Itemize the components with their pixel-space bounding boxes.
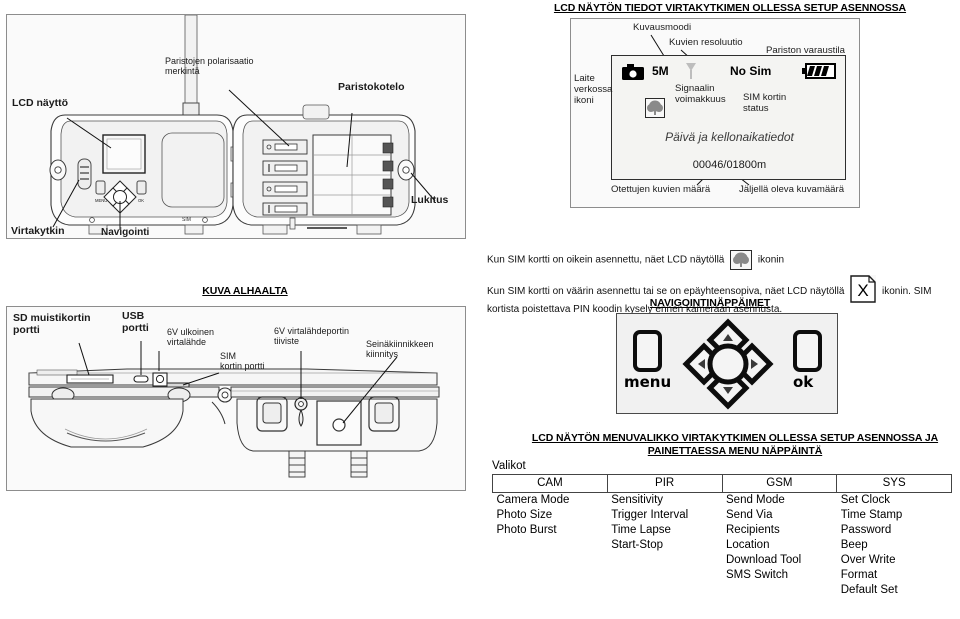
menu-table-row: Camera Mode Sensitivity Send Mode Set Clock [493, 493, 952, 509]
menu-item-camera-mode[interactable]: Camera Mode [493, 493, 608, 509]
label-usb-portti: USB portti [122, 310, 149, 334]
camera-body-diagram: MENU OK SIM LCD näyttö Virtakytkin Navig… [6, 14, 466, 239]
x-error-icon: X [850, 275, 877, 303]
menu-header-gsm[interactable]: GSM [721, 474, 838, 493]
menu-item-empty [722, 583, 837, 598]
svg-text:OK: OK [138, 198, 144, 203]
menu-item-beep[interactable]: Beep [837, 538, 952, 553]
svg-text:X: X [858, 281, 869, 300]
sim-note-incorrect-text2: ikonin. SIM [882, 286, 932, 297]
menu-table-body: Camera Mode Sensitivity Send Mode Set Clock… [493, 493, 952, 599]
menu-item-over-write[interactable]: Over Write [837, 553, 952, 568]
menu-table-row: SMS Switch Format [493, 568, 952, 583]
nav-keypad-panel: menu ok [616, 313, 838, 414]
menu-item-empty [607, 583, 722, 598]
lcd-sim-status-value: No Sim [730, 64, 772, 78]
menu-table-row: Start-Stop Location Beep [493, 538, 952, 553]
menu-item-send-mode[interactable]: Send Mode [722, 493, 837, 509]
menu-item-set-clock[interactable]: Set Clock [837, 493, 952, 509]
heading-lcd-info: LCD NÄYTÖN TIEDOT VIRTAKYTKIMEN OLLESSA … [553, 2, 907, 14]
menu-item-empty [607, 553, 722, 568]
heading-navigointinappaimet: NAVIGOINTINÄPPÄIMET [649, 297, 771, 309]
svg-text:MENU: MENU [95, 198, 107, 203]
label-lukitus: Lukitus [411, 194, 449, 206]
label-lcd-naytto: LCD näyttö [12, 97, 68, 109]
page-root: LCD NÄYTÖN TIEDOT VIRTAKYTKIMEN OLLESSA … [0, 0, 960, 619]
menu-table-row: Default Set [493, 583, 952, 598]
x-document-glyph: X [850, 275, 876, 303]
menu-item-empty [493, 538, 608, 553]
label-paristokotelo: Paristokotelo [338, 81, 405, 93]
menu-item-recipients[interactable]: Recipients [722, 523, 837, 538]
label-sim-kortin-portti: SIM kortin portti [220, 351, 265, 372]
menu-item-empty [607, 568, 722, 583]
lcd-datetime-text: Päivä ja kellonaikatiedot [665, 130, 794, 144]
sim-note-incorrect-text1: Kun SIM kortti on väärin asennettu tai s… [487, 286, 845, 297]
lcd-screen-diagram: Kuvausmoodi Kuvien resoluutio Pariston v… [570, 18, 860, 208]
menu-header-cam[interactable]: CAM [492, 474, 608, 493]
menu-item-sensitivity[interactable]: Sensitivity [607, 493, 722, 509]
menu-item-time-lapse[interactable]: Time Lapse [607, 523, 722, 538]
battery-status-icon [802, 63, 836, 79]
menu-item-format[interactable]: Format [837, 568, 952, 583]
menu-item-trigger-interval[interactable]: Trigger Interval [607, 508, 722, 523]
label-navigointi-nappaimet: Navigointi näppäimet [101, 227, 150, 238]
menu-item-empty [493, 553, 608, 568]
menu-item-start-stop[interactable]: Start-Stop [607, 538, 722, 553]
callout-laite-verkossa-ikoni: Laite verkossa ikoni [574, 73, 613, 107]
menu-header-sys[interactable]: SYS [836, 474, 952, 493]
menu-item-download-tool[interactable]: Download Tool [722, 553, 837, 568]
label-virtalahdeportin-tiiviste: 6V virtalähdeportin tiiviste [274, 326, 350, 347]
bottom-view-diagram: SD muistikortin portti USB portti 6V ulk… [6, 306, 466, 491]
menu-table: CAM PIR GSM SYS Camera Mode Sensitivity Se… [492, 474, 952, 598]
menu-header-pir[interactable]: PIR [606, 474, 723, 493]
menu-table-row: Download Tool Over Write [493, 553, 952, 568]
menu-item-photo-burst[interactable]: Photo Burst [493, 523, 608, 538]
nav-ok-label: ok [793, 373, 814, 391]
svg-text:SIM: SIM [182, 217, 191, 223]
heading-menu-line2: PAINETTAESSA MENU NÄPPÄINTÄ [647, 445, 823, 457]
sim-note-incorrect: Kun SIM kortti on väärin asennettu tai s… [487, 275, 947, 317]
menu-item-photo-size[interactable]: Photo Size [493, 508, 608, 523]
nav-keypad-illustration [633, 318, 822, 410]
tree-glyph [647, 100, 663, 115]
signal-strength-icon [686, 63, 696, 79]
menu-item-location[interactable]: Location [722, 538, 837, 553]
callout-signaalin-voimakkuus: Signaalin voimakkuus [675, 83, 726, 106]
label-virtakytkin: Virtakytkin [11, 225, 65, 237]
sim-note-correct: Kun SIM kortti on oikein asennettu, näet… [487, 250, 887, 270]
menu-item-empty [493, 583, 608, 598]
menu-item-time-stamp[interactable]: Time Stamp [837, 508, 952, 523]
callout-sim-kortin-status: SIM kortin status [743, 92, 787, 115]
menu-item-sms-switch[interactable]: SMS Switch [722, 568, 837, 583]
label-seinakiinnikkeen-kiinnitys: Seinäkiinnikkeen kiinnitys [366, 339, 434, 360]
lcd-counter-value: 00046/01800m [692, 159, 767, 171]
menu-item-empty [493, 568, 608, 583]
device-online-icon [645, 98, 665, 118]
menu-item-send-via[interactable]: Send Via [722, 508, 837, 523]
tree-glyph-inline [733, 252, 750, 267]
menu-item-password[interactable]: Password [837, 523, 952, 538]
lcd-resolution-value: 5M [652, 64, 669, 78]
label-sd-portti: SD muistikortin portti [13, 312, 91, 336]
callout-jaljella-oleva-kuvamaara: Jäljellä oleva kuvamäärä [739, 184, 845, 195]
menu-table-row: Photo Size Trigger Interval Send Via Time S… [493, 508, 952, 523]
callout-otettujen-kuvien-maara: Otettujen kuvien määrä [611, 184, 711, 195]
label-paristojen-polarisaatio: Paristojen polarisaatio merkintä [165, 56, 254, 77]
heading-kuva-alhaalta: KUVA ALHAALTA [202, 285, 288, 297]
tree-icon-inline [730, 250, 753, 270]
nav-menu-label: menu [624, 373, 672, 391]
valikot-label: Valikot [492, 460, 526, 472]
menu-table-header-row: CAM PIR GSM SYS [492, 474, 952, 493]
heading-menu-line1: LCD NÄYTÖN MENUVALIKKO VIRTAKYTKIMEN OLL… [531, 432, 939, 444]
sim-note-correct-text2: ikonin [757, 254, 785, 266]
camera-mode-icon [622, 64, 644, 80]
menu-table-row: Photo Burst Time Lapse Recipients Password [493, 523, 952, 538]
camera-body-illustration: MENU OK SIM [49, 15, 436, 235]
sim-note-correct-text1: Kun SIM kortti on oikein asennettu, näet… [487, 254, 725, 266]
label-ulkoinen-virtalahde: 6V ulkoinen virtalähde [167, 327, 215, 348]
lcd-display-frame: 5M No Sim Päivä ja kellonaikatiedot 0004… [611, 55, 846, 180]
menu-item-default-set[interactable]: Default Set [837, 583, 952, 598]
